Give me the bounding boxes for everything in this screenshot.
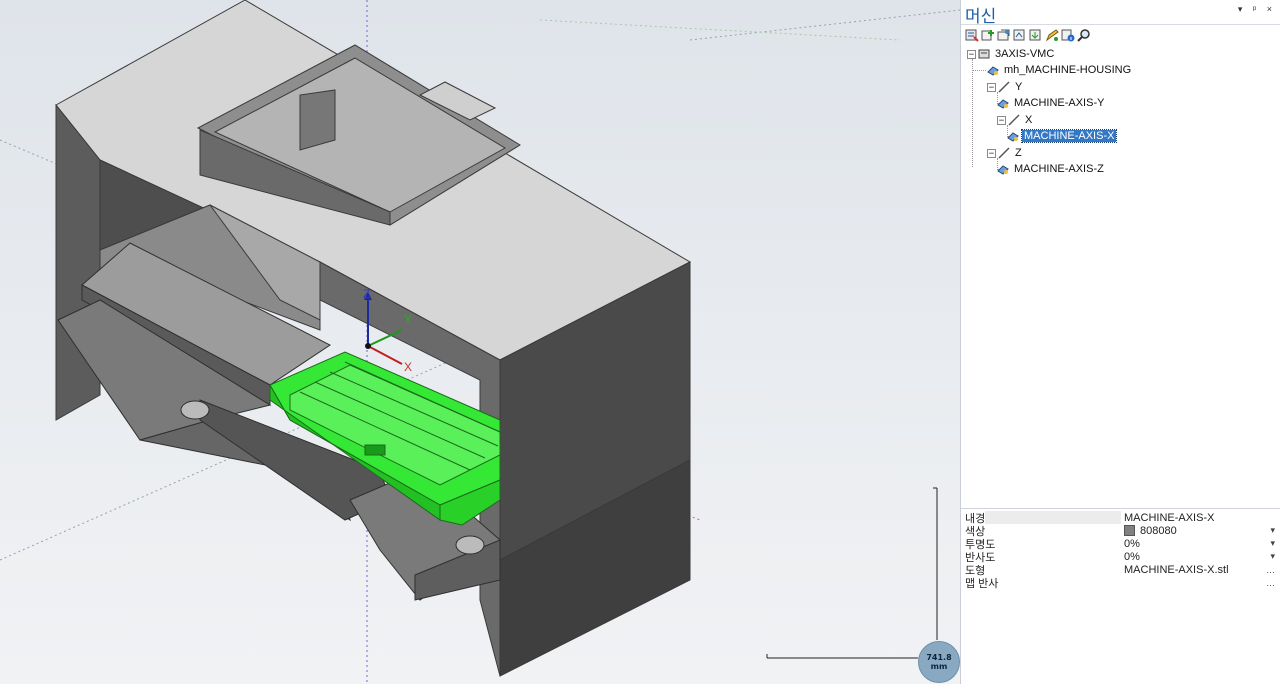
edit-icon[interactable] <box>1045 28 1059 42</box>
search-icon[interactable] <box>1077 28 1091 42</box>
prop-val-transparency[interactable]: 0% <box>1124 538 1140 550</box>
dropdown-icon[interactable]: ▾ <box>1270 538 1275 549</box>
tree-label-axis-y: MACHINE-AXIS-Y <box>1014 97 1105 109</box>
tree-label-axis-z-group: Z <box>1015 147 1022 159</box>
tree-item-axis-x-group[interactable]: − X <box>997 112 1034 128</box>
stl-part-icon <box>997 97 1009 109</box>
machine-panel: 머신 ▾ ᵖ × − 3AXIS-VMC mh_MACHINE-HOUSING … <box>960 0 1280 684</box>
tree-label-housing: mh_MACHINE-HOUSING <box>1004 64 1132 76</box>
prop-row-name[interactable]: 내경 MACHINE-AXIS-X <box>961 511 1280 525</box>
add-axis-icon[interactable] <box>997 28 1011 42</box>
add-component-icon[interactable] <box>981 28 995 42</box>
ellipsis-icon[interactable]: … <box>1266 578 1275 588</box>
linear-axis-icon <box>998 81 1010 93</box>
tree-label-axis-y-group: Y <box>1015 81 1023 93</box>
collapse-icon[interactable]: − <box>997 115 1006 125</box>
scale-ruler <box>766 487 938 659</box>
tree-label-root: 3AXIS-VMC <box>995 48 1055 60</box>
info-icon[interactable] <box>1061 28 1075 42</box>
add-stl-icon[interactable] <box>1013 28 1027 42</box>
ellipsis-icon[interactable]: … <box>1266 565 1275 575</box>
collapse-icon[interactable]: − <box>987 148 996 158</box>
linear-axis-icon <box>998 147 1010 159</box>
properties-grid: 내경 MACHINE-AXIS-X 색상 808080 ▾ 투명도 0% ▾ 반… <box>961 508 1280 590</box>
stl-part-icon <box>997 163 1009 175</box>
tree-item-axis-z-group[interactable]: − Z <box>987 145 1024 161</box>
prop-row-color[interactable]: 색상 808080 ▾ <box>961 524 1280 538</box>
axis-label-x: X <box>404 360 412 374</box>
machine-model-render[interactable]: Z Y X <box>0 0 960 684</box>
add-machine-icon[interactable] <box>965 28 979 42</box>
prop-row-transparency[interactable]: 투명도 0% ▾ <box>961 537 1280 551</box>
prop-key-map-reflection: 맵 반사 <box>965 577 999 590</box>
axis-label-y: Y <box>404 312 412 326</box>
tree-item-axis-z[interactable]: MACHINE-AXIS-Z <box>997 161 1106 177</box>
panel-toolbar <box>965 28 1091 44</box>
machine-icon <box>978 48 990 60</box>
color-swatch[interactable] <box>1124 525 1135 536</box>
scale-unit: mm <box>930 662 948 671</box>
prop-row-map-reflection[interactable]: 맵 반사 … <box>961 576 1280 590</box>
prop-val-reflection[interactable]: 0% <box>1124 551 1140 563</box>
tree-item-root[interactable]: − 3AXIS-VMC <box>967 46 1056 62</box>
tree-item-axis-y[interactable]: MACHINE-AXIS-Y <box>997 95 1106 111</box>
prop-val-color: 808080 <box>1140 524 1177 537</box>
tree-item-axis-y-group[interactable]: − Y <box>987 79 1024 95</box>
scale-value: 741.8 <box>926 653 952 662</box>
3d-viewport[interactable]: Z Y X 741.8 mm <box>0 0 960 684</box>
stl-part-icon <box>987 64 999 76</box>
tree-label-axis-x-group: X <box>1025 114 1033 126</box>
panel-window-controls[interactable]: ▾ ᵖ × <box>1238 4 1276 15</box>
tree-item-housing[interactable]: mh_MACHINE-HOUSING <box>987 62 1133 78</box>
stl-part-icon <box>1007 130 1019 142</box>
collapse-icon[interactable]: − <box>967 49 976 59</box>
tree-label-axis-x: MACHINE-AXIS-X <box>1020 129 1118 143</box>
tree-label-axis-z: MACHINE-AXIS-Z <box>1014 163 1104 175</box>
linear-axis-icon <box>1008 114 1020 126</box>
scale-badge: 741.8 mm <box>918 641 960 683</box>
dropdown-icon[interactable]: ▾ <box>1270 525 1275 536</box>
collapse-icon[interactable]: − <box>987 82 996 92</box>
tree-item-axis-x[interactable]: MACHINE-AXIS-X <box>1007 128 1118 144</box>
prop-val-name[interactable]: MACHINE-AXIS-X <box>1124 512 1214 524</box>
prop-val-shape[interactable]: MACHINE-AXIS-X.stl <box>1124 564 1229 576</box>
import-icon[interactable] <box>1029 28 1043 42</box>
prop-row-reflection[interactable]: 반사도 0% ▾ <box>961 550 1280 564</box>
prop-row-shape[interactable]: 도형 MACHINE-AXIS-X.stl … <box>961 563 1280 577</box>
axis-label-z: Z <box>363 287 370 301</box>
dropdown-icon[interactable]: ▾ <box>1270 551 1275 562</box>
